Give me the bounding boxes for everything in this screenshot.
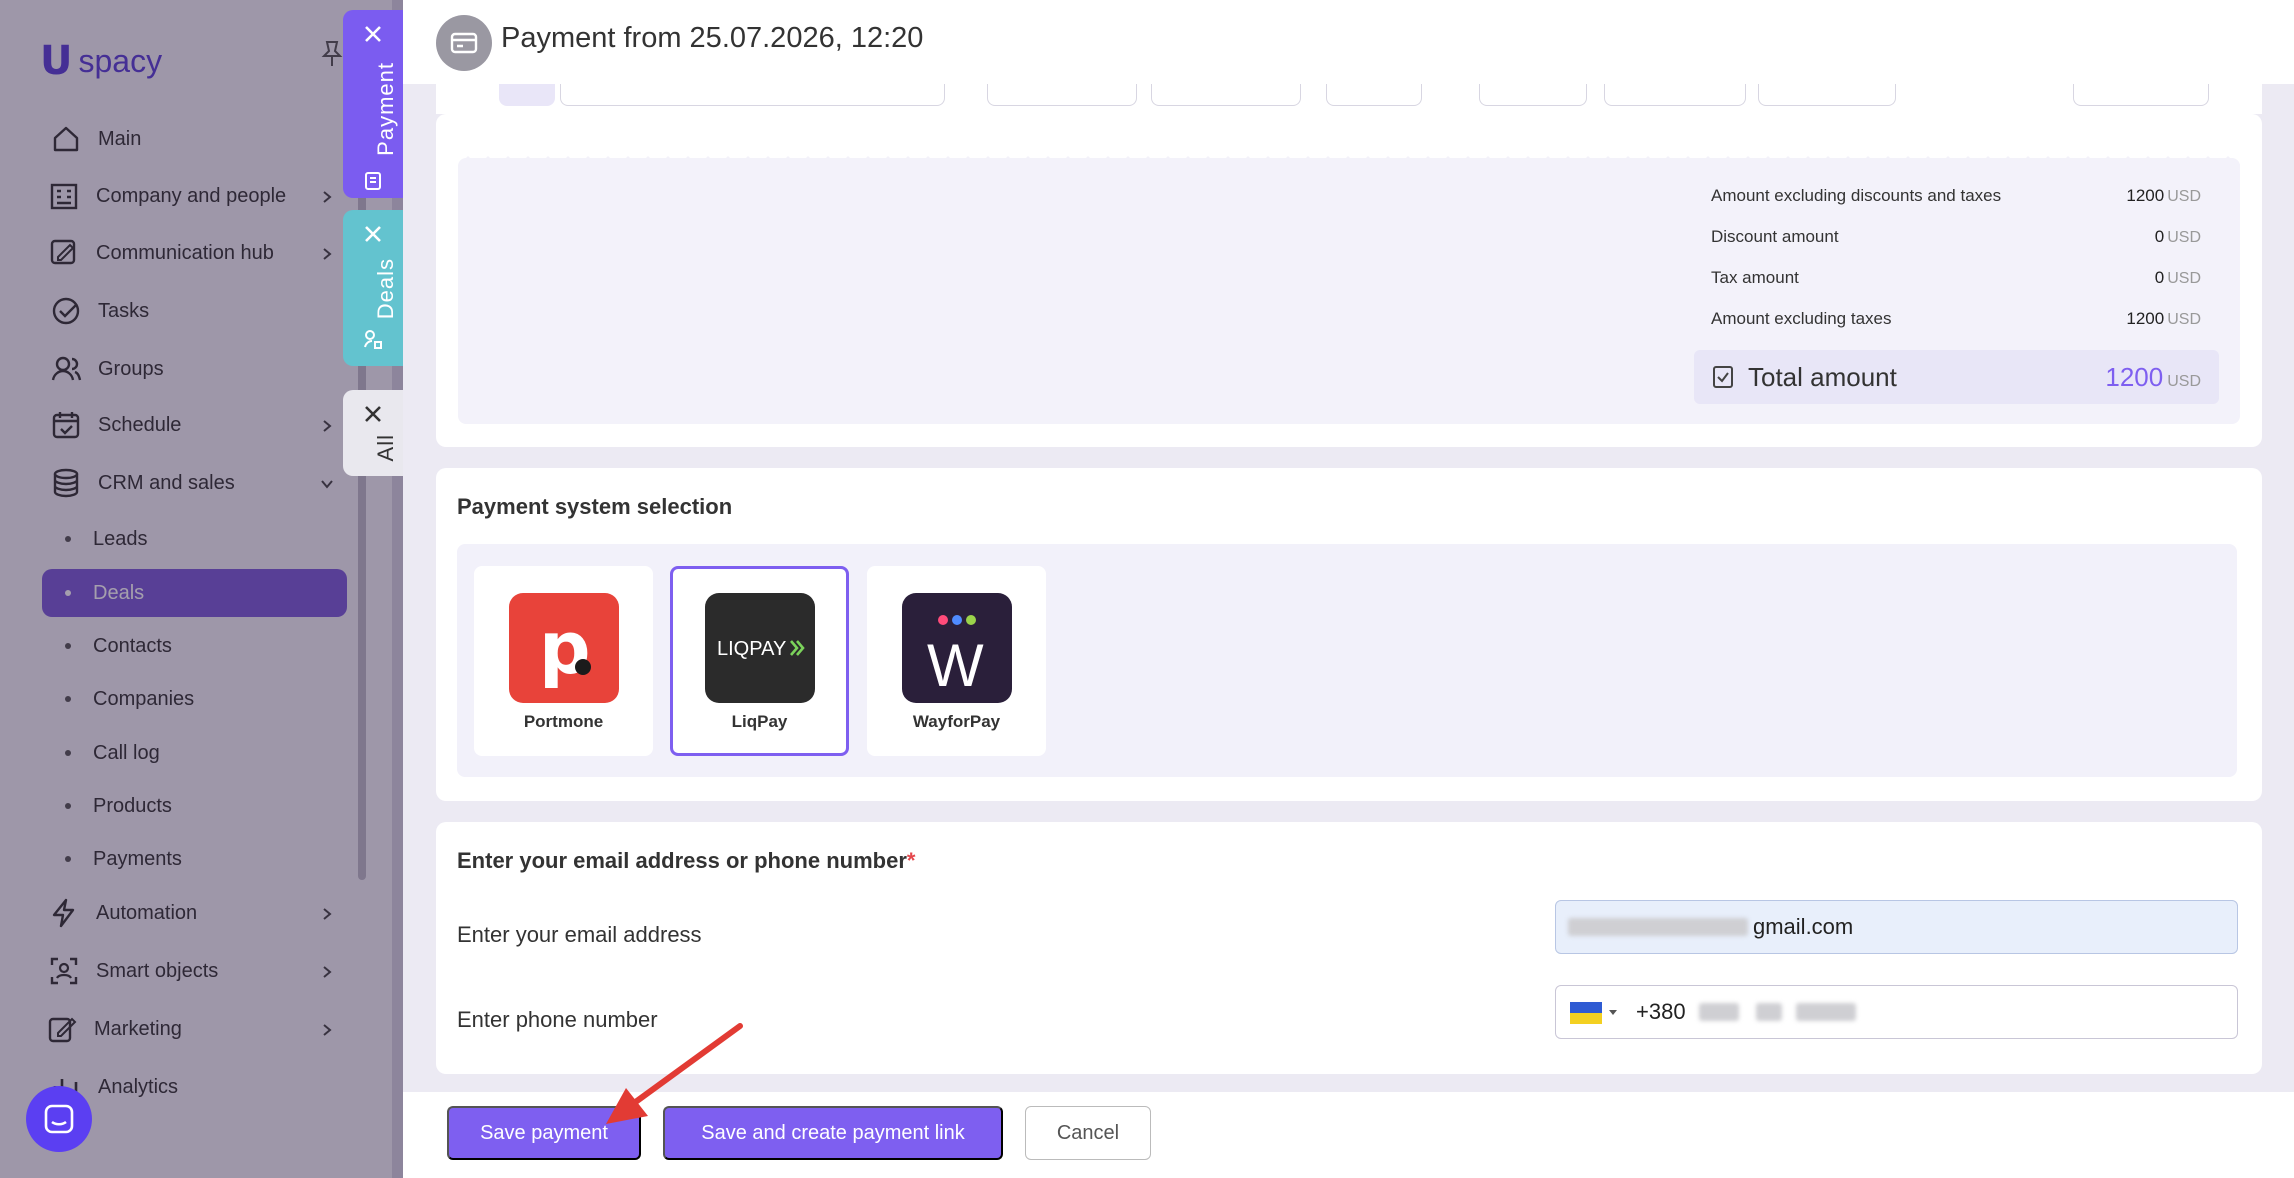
discount-field[interactable] xyxy=(1479,84,1587,106)
chat-icon xyxy=(44,1104,74,1134)
close-icon[interactable] xyxy=(361,22,385,46)
tax-field[interactable] xyxy=(1604,84,1746,106)
panel-header: Payment from 25.07.2026, 12:20 xyxy=(403,0,2294,84)
ukraine-flag-icon[interactable] xyxy=(1570,1002,1602,1024)
page-title: Payment from 25.07.2026, 12:20 xyxy=(501,22,924,54)
close-icon[interactable] xyxy=(361,402,385,426)
contact-title-text: Enter your email address or phone number xyxy=(457,848,907,873)
summary-value: 0 USD xyxy=(2155,268,2201,288)
liqpay-logo-icon: LIQPAY xyxy=(705,593,815,703)
payment-system-title: Payment system selection xyxy=(457,494,733,519)
close-icon[interactable] xyxy=(361,222,385,246)
summary-row: Discount amount 0 USD xyxy=(1711,227,2201,251)
total-amount-box: Total amount 1200 USD xyxy=(1694,350,2219,404)
payment-option-name: LiqPay xyxy=(731,712,788,731)
tab-payment[interactable]: Payment xyxy=(343,10,403,198)
summary-row: Amount excluding discounts and taxes 120… xyxy=(1711,186,2201,210)
summary-row: Tax amount 0 USD xyxy=(1711,268,2201,292)
summary-currency: USD xyxy=(2167,311,2201,328)
summary-value: 1200 USD xyxy=(2126,186,2201,206)
summary-label: Discount amount xyxy=(1711,227,1839,246)
product-field[interactable] xyxy=(560,84,945,106)
payment-option-wayforpay[interactable]: W WayforPay xyxy=(867,566,1046,756)
summary-label: Tax amount xyxy=(1711,268,1799,287)
redacted-text xyxy=(1699,1003,1739,1021)
card-icon xyxy=(436,15,492,71)
summary-amount: 0 xyxy=(2154,227,2165,246)
checklist-icon xyxy=(1713,366,1733,388)
email-label: Enter your email address xyxy=(457,922,702,947)
support-chat-button[interactable] xyxy=(26,1086,92,1152)
email-value: gmail.com xyxy=(1753,914,1854,939)
svg-text:p: p xyxy=(539,606,591,690)
tab-label: Deals xyxy=(373,258,398,320)
summary-amount: 0 xyxy=(2154,268,2165,287)
phone-field[interactable]: +380 xyxy=(1555,985,2238,1039)
payment-option-liqpay[interactable]: LIQPAY LiqPay xyxy=(670,566,849,756)
summary-currency: USD xyxy=(2167,229,2201,246)
redacted-text xyxy=(1796,1003,1856,1021)
summary-value: 1200 USD xyxy=(2126,309,2201,329)
total-amount: 1200 xyxy=(2105,362,2164,392)
summary-amount: 1200 xyxy=(2126,186,2165,205)
quantity-field[interactable] xyxy=(987,84,1137,106)
required-mark: * xyxy=(906,848,916,873)
total-value: 1200 USD xyxy=(2105,362,2201,393)
caret-down-icon[interactable] xyxy=(1608,1009,1618,1017)
payment-option-name: WayforPay xyxy=(912,712,1001,731)
payment-panel: Payment from 25.07.2026, 12:20 Amount ex… xyxy=(403,0,2294,1178)
payment-option-name: Portmone xyxy=(523,712,604,731)
total-field[interactable] xyxy=(2073,84,2209,106)
payment-option-portmone[interactable]: p Portmone xyxy=(474,566,653,756)
handshake-icon xyxy=(364,330,382,349)
amount-field[interactable] xyxy=(1758,84,1896,106)
summary-currency: USD xyxy=(2167,188,2201,205)
flag-yellow-stripe xyxy=(1570,1013,1602,1024)
summary-amount: 1200 xyxy=(2126,309,2165,328)
tab-label: All xyxy=(373,434,398,462)
tab-label: Payment xyxy=(373,62,398,156)
summary-row: Amount excluding taxes 1200 USD xyxy=(1711,309,2201,333)
summary-label: Amount excluding discounts and taxes xyxy=(1711,186,2002,205)
summary-value: 0 USD xyxy=(2155,227,2201,247)
tab-all[interactable]: All xyxy=(343,390,403,476)
unit-field[interactable] xyxy=(1151,84,1301,106)
total-label: Total amount xyxy=(1748,362,1897,392)
svg-text:W: W xyxy=(927,632,984,699)
phone-prefix: +380 xyxy=(1636,999,1686,1024)
email-field[interactable]: gmail.com xyxy=(1555,900,2238,954)
portmone-logo-icon: p xyxy=(509,593,619,703)
summary-label: Amount excluding taxes xyxy=(1711,309,1892,328)
tab-deals[interactable]: Deals xyxy=(343,210,403,366)
annotation-arrow-icon xyxy=(606,1023,743,1124)
receipt-icon xyxy=(365,172,381,190)
cancel-button[interactable]: Cancel xyxy=(1025,1106,1151,1160)
liqpay-wordmark: LIQPAY xyxy=(717,638,786,660)
wayforpay-logo-icon: W xyxy=(902,593,1012,703)
total-currency: USD xyxy=(2167,373,2201,390)
price-field[interactable] xyxy=(1326,84,1422,106)
flag-blue-stripe xyxy=(1570,1002,1602,1013)
redacted-text xyxy=(1568,918,1748,936)
row-handle xyxy=(499,84,555,106)
summary-currency: USD xyxy=(2167,270,2201,287)
contact-section-title: Enter your email address or phone number… xyxy=(457,848,915,874)
redacted-text xyxy=(1756,1003,1782,1021)
products-table-bottom xyxy=(436,84,2262,114)
